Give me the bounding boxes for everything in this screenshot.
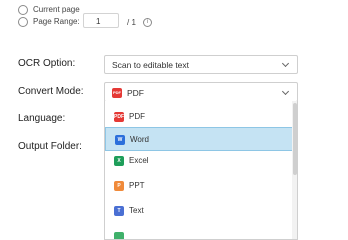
dropdown-scrollbar[interactable] bbox=[292, 101, 297, 239]
option-label: PDF bbox=[129, 112, 145, 121]
ocr-option-value: Scan to editable text bbox=[112, 60, 190, 70]
word-icon: W bbox=[115, 135, 125, 145]
current-page-label: Current page bbox=[33, 5, 80, 14]
image-icon bbox=[114, 232, 124, 239]
pdf-icon: PDF bbox=[114, 112, 124, 122]
convert-mode-value: PDF bbox=[127, 88, 144, 98]
dropdown-option-word[interactable]: W Word bbox=[105, 127, 294, 151]
dropdown-scrollbar-thumb[interactable] bbox=[293, 103, 297, 175]
chevron-down-icon bbox=[281, 59, 290, 68]
ppt-icon: P bbox=[114, 181, 124, 191]
convert-mode-label: Convert Mode: bbox=[18, 86, 84, 97]
current-page-radio[interactable] bbox=[18, 5, 28, 15]
convert-mode-select[interactable]: PDF PDF bbox=[104, 82, 298, 102]
pdf-icon: PDF bbox=[112, 88, 122, 98]
option-label: Word bbox=[130, 135, 149, 144]
ocr-option-select[interactable]: Scan to editable text bbox=[104, 55, 298, 74]
page-range-radio[interactable] bbox=[18, 17, 28, 27]
language-label: Language: bbox=[18, 113, 66, 124]
dropdown-option-text[interactable]: T Text bbox=[105, 199, 294, 223]
excel-icon: X bbox=[114, 156, 124, 166]
page-range-total: / 1 bbox=[127, 18, 136, 27]
chevron-down-icon bbox=[281, 87, 290, 96]
page-range-input[interactable]: 1 bbox=[83, 13, 119, 28]
dropdown-option-pdf[interactable]: PDF PDF bbox=[105, 105, 294, 129]
dropdown-option-ppt[interactable]: P PPT bbox=[105, 174, 294, 198]
info-icon[interactable]: i bbox=[143, 18, 152, 27]
convert-mode-dropdown[interactable]: PDF PDF W Word X Excel P PPT T Text bbox=[104, 101, 298, 240]
dropdown-option-excel[interactable]: X Excel bbox=[105, 149, 294, 173]
ocr-option-label: OCR Option: bbox=[18, 58, 76, 69]
dropdown-option-partial[interactable] bbox=[105, 225, 294, 239]
option-label: Excel bbox=[129, 156, 149, 165]
text-icon: T bbox=[114, 206, 124, 216]
output-folder-label: Output Folder: bbox=[18, 141, 82, 152]
option-label: PPT bbox=[129, 181, 145, 190]
option-label: Text bbox=[129, 206, 144, 215]
page-range-label: Page Range: bbox=[33, 17, 80, 26]
